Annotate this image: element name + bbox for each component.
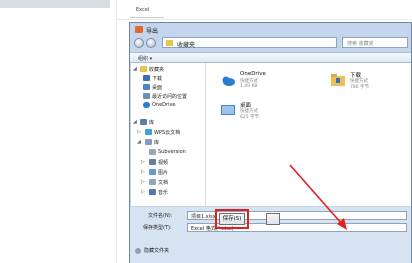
tree-item-pictures[interactable]: ▷ 图片	[131, 168, 205, 177]
background-divider	[116, 0, 117, 263]
background-window-left	[0, 0, 112, 263]
cancel-button[interactable]	[266, 213, 280, 225]
desktop-icon	[143, 84, 150, 90]
video-icon	[149, 159, 156, 165]
tree-label: 桌面	[152, 85, 163, 91]
cloud-icon	[143, 102, 150, 108]
tree-label: Subversion	[158, 149, 186, 155]
tree-label: OneDrive	[152, 102, 176, 108]
tree-label: 视频	[158, 160, 169, 166]
tree-item-desktop[interactable]: 桌面	[131, 83, 205, 92]
tree-label: 收藏夹	[149, 67, 165, 73]
tree-label: 库	[154, 140, 160, 146]
recent-icon	[143, 93, 150, 99]
collapse-arrow-icon[interactable]	[135, 248, 141, 254]
star-icon	[140, 66, 147, 72]
cloud-doc-icon	[145, 129, 152, 135]
document-icon	[149, 179, 156, 185]
file-name: OneDrive	[240, 71, 266, 77]
tree-item-subversion[interactable]: Subversion	[131, 148, 205, 157]
export-dialog: 导出 收藏夹 搜索 收藏夹 组织 ▾ ◢ 收藏夹 下载 桌面 最近访问的位置 O…	[129, 22, 412, 263]
tree-item-library[interactable]: ◢ 库	[131, 138, 205, 147]
tree-item-downloads[interactable]: 下载	[131, 74, 205, 83]
tree-label: 图片	[158, 170, 169, 176]
folder-icon	[331, 74, 345, 86]
search-placeholder: 搜索 收藏夹	[347, 41, 374, 47]
tree-label: WPS云文档	[154, 130, 181, 136]
back-button[interactable]	[134, 38, 144, 48]
save-button-highlight	[215, 209, 249, 229]
file-size: 786 字节	[350, 85, 370, 90]
file-item-onedrive[interactable]: OneDrive 快捷方式 1.49 KB	[218, 69, 298, 95]
background-excel-underline	[130, 17, 164, 18]
organize-menu[interactable]: 组织 ▾	[138, 55, 152, 62]
collapse-arrow-icon[interactable]: ▷	[141, 179, 145, 185]
background-excel-label: Excel	[136, 7, 150, 13]
tree-item-music[interactable]: ▷ 音乐	[131, 188, 205, 197]
dialog-titlebar[interactable]: 导出	[130, 23, 411, 36]
file-size: 625 字节	[240, 115, 260, 120]
folder-icon	[149, 149, 156, 155]
tree-item-favorites[interactable]: ◢ 收藏夹	[131, 65, 205, 74]
address-bar[interactable]: 收藏夹	[162, 37, 337, 49]
navigation-pane: ◢ 收藏夹 下载 桌面 最近访问的位置 OneDrive ◢ 库 ▷ WPS云文…	[131, 63, 206, 206]
tree-item-library-root[interactable]: ◢ 库	[131, 118, 205, 127]
filetype-label: 保存类型(T):	[143, 225, 172, 231]
collapse-arrow-icon[interactable]: ▷	[141, 169, 145, 175]
file-size: 1.49 KB	[240, 84, 258, 89]
wps-app-icon	[135, 26, 143, 33]
forward-button[interactable]	[146, 38, 156, 48]
tree-item-recent[interactable]: 最近访问的位置	[131, 92, 205, 101]
tree-label: 下载	[152, 76, 163, 82]
picture-icon	[149, 169, 156, 175]
expand-arrow-icon[interactable]: ◢	[137, 139, 141, 145]
collapse-arrow-icon[interactable]: ▷	[141, 159, 145, 165]
filename-value: 项目1.xlsx	[191, 214, 216, 220]
file-list: OneDrive 快捷方式 1.49 KB 下载 快捷方式 786 字节 桌面 …	[206, 63, 411, 206]
address-segment[interactable]: 收藏夹	[177, 40, 195, 49]
tree-label: 音乐	[158, 190, 169, 196]
background-separator	[116, 19, 412, 20]
tree-label: 库	[149, 120, 155, 126]
library-icon	[140, 119, 147, 125]
download-folder-icon	[143, 75, 150, 81]
cloud-icon	[222, 76, 235, 86]
background-excel-tile: Excel	[130, 0, 164, 18]
tree-item-onedrive[interactable]: OneDrive	[131, 101, 205, 110]
tree-label: 最近访问的位置	[152, 94, 188, 100]
tree-item-documents[interactable]: ▷ 文档	[131, 178, 205, 187]
file-item-desktop[interactable]: 桌面 快捷方式 625 字节	[218, 99, 298, 125]
tree-item-videos[interactable]: ▷ 视频	[131, 158, 205, 167]
background-selected-strip	[0, 0, 110, 8]
library-icon	[145, 139, 152, 145]
hide-folders-label: 隐藏文件夹	[144, 248, 170, 254]
navigation-bar: 收藏夹 搜索 收藏夹	[134, 37, 409, 50]
tree-label: 文档	[158, 180, 169, 186]
command-toolbar: 组织 ▾	[130, 52, 411, 63]
tree-item-wps-cloud[interactable]: ▷ WPS云文档	[131, 128, 205, 137]
music-icon	[149, 189, 156, 195]
search-input[interactable]: 搜索 收藏夹	[342, 37, 408, 48]
collapse-arrow-icon[interactable]: ▷	[141, 189, 145, 195]
file-item-downloads[interactable]: 下载 快捷方式 786 字节	[328, 69, 408, 95]
favorites-star-icon	[166, 40, 173, 46]
dialog-title: 导出	[146, 28, 159, 35]
filename-label: 文件名(N):	[148, 213, 173, 219]
expand-arrow-icon[interactable]: ◢	[133, 119, 137, 125]
collapse-arrow-icon[interactable]: ▷	[137, 129, 141, 135]
desktop-icon	[221, 105, 235, 115]
expand-arrow-icon[interactable]: ◢	[133, 66, 137, 72]
